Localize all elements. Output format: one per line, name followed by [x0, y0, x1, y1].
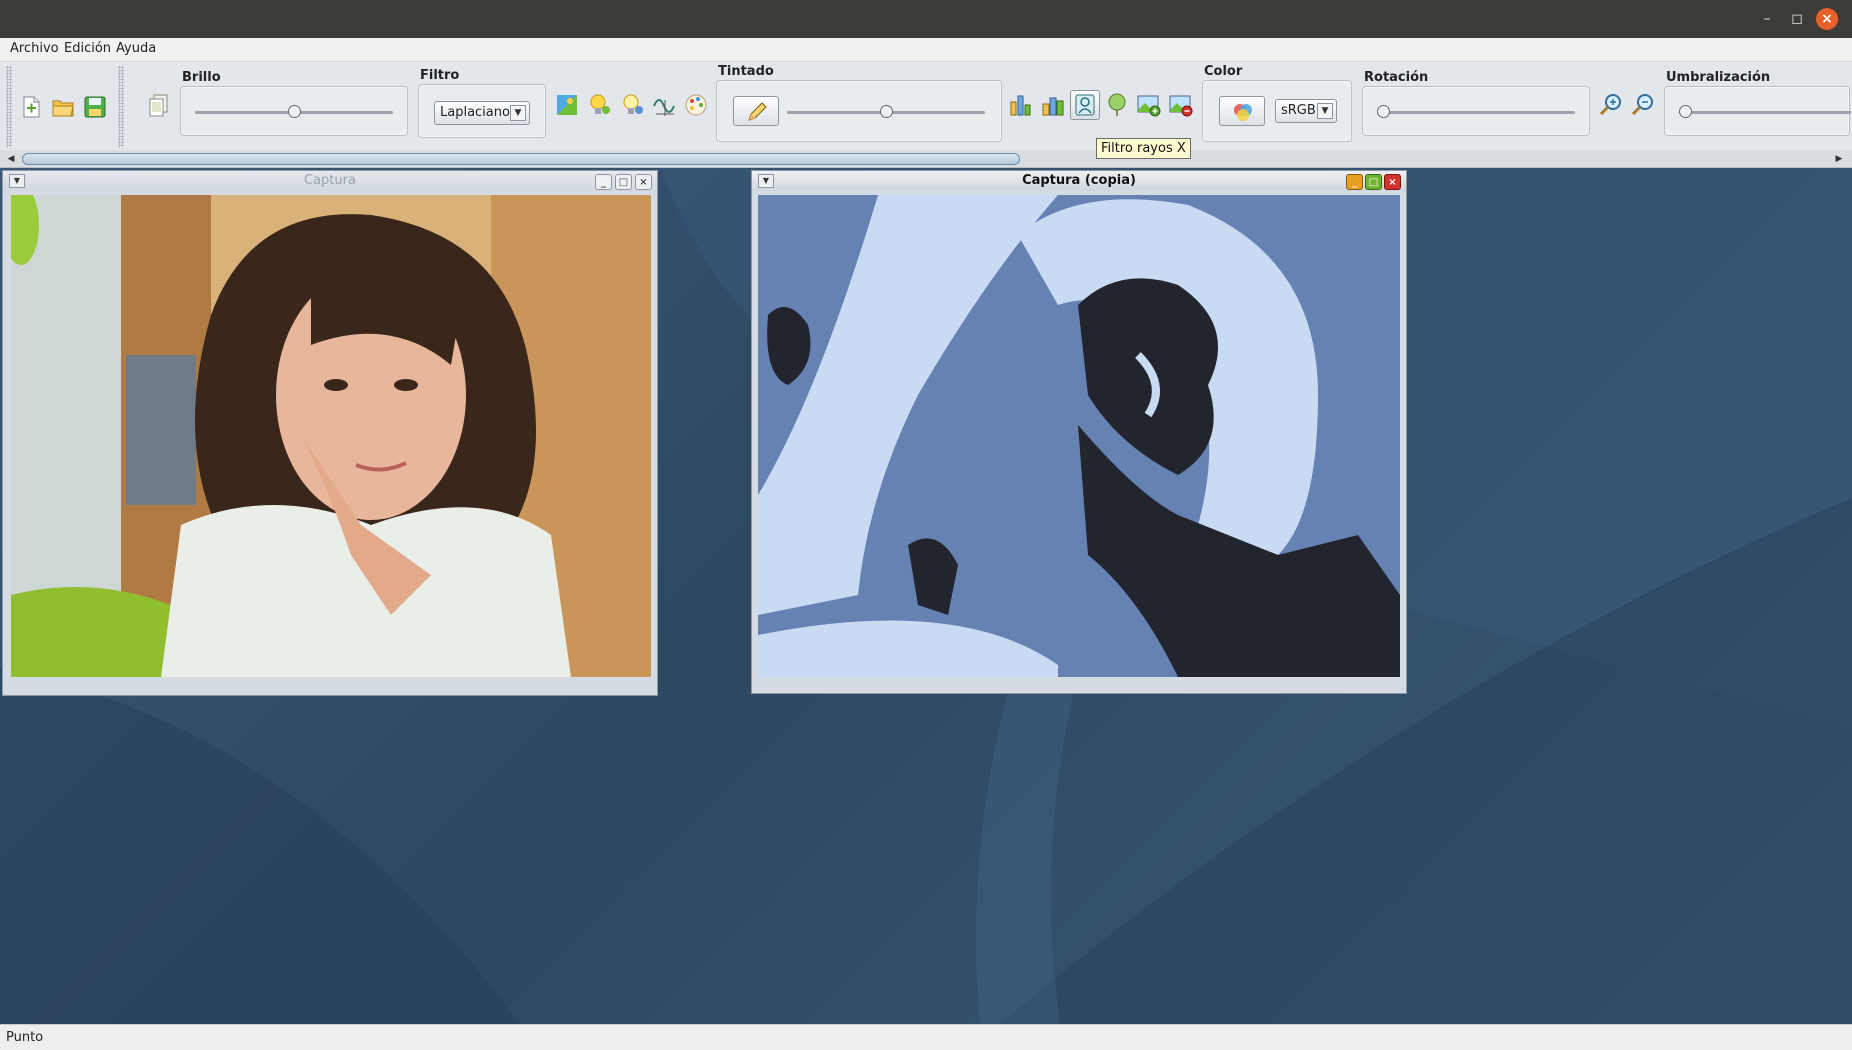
balloon-icon[interactable] [1104, 92, 1130, 118]
captura-image[interactable] [11, 195, 651, 677]
histogram-icon[interactable] [1008, 92, 1034, 118]
window-minimize-button[interactable]: – [1756, 8, 1778, 30]
filtro-label: Filtro [420, 68, 460, 83]
rotacion-panel [1362, 86, 1590, 136]
brillo-panel [180, 86, 408, 136]
umbralizacion-slider-knob[interactable] [1679, 105, 1692, 118]
palette-icon[interactable] [683, 92, 709, 118]
filtro-panel: Laplaciano ▼ [418, 84, 546, 138]
frame-captura-titlebar[interactable]: ▼ Captura _ □ × [3, 171, 657, 191]
menu-bar: Archivo Edición Ayuda [0, 38, 1852, 62]
menu-ayuda[interactable]: Ayuda [116, 41, 156, 56]
bulb-dark-icon[interactable] [620, 92, 646, 118]
status-bar: Punto [0, 1024, 1852, 1050]
filtro-select[interactable]: Laplaciano ▼ [434, 101, 530, 125]
frame-minimize-button[interactable]: _ [595, 174, 612, 190]
brillo-slider-knob[interactable] [288, 105, 301, 118]
umbralizacion-slider-track[interactable] [1679, 111, 1851, 114]
xray-filtered-photo [758, 195, 1400, 677]
toolbar-grip[interactable] [6, 66, 12, 148]
rotacion-label: Rotación [1364, 70, 1429, 85]
window-close-button[interactable]: × [1816, 8, 1838, 30]
color-label: Color [1204, 64, 1243, 79]
frame-close-button[interactable]: × [635, 174, 652, 190]
image-remove-icon[interactable] [1168, 92, 1194, 118]
xray-icon [1075, 94, 1095, 116]
frame-copia-titlebar[interactable]: ▼ Captura (copia) _ □ × [752, 171, 1406, 191]
frame-menu-icon[interactable]: ▼ [9, 174, 25, 188]
tintado-label: Tintado [718, 64, 774, 79]
frame-copia-title: Captura (copia) [1022, 173, 1136, 188]
menu-archivo[interactable]: Archivo [10, 41, 59, 56]
contrast-icon[interactable] [554, 92, 580, 118]
webcam-photo [11, 195, 651, 677]
umbralizacion-panel [1664, 86, 1851, 136]
duplicate-icon[interactable] [146, 92, 172, 118]
brillo-label: Brillo [182, 70, 221, 85]
desktop-pane: ▼ Captura _ □ × ▼ Captura (copia) _ □ × [0, 168, 1852, 1024]
tooltip: Filtro rayos X [1096, 138, 1191, 159]
chevron-down-icon[interactable]: ▼ [510, 105, 526, 121]
xray-button[interactable] [1070, 90, 1100, 120]
zoom-out-icon[interactable] [1630, 92, 1656, 118]
new-file-icon[interactable] [18, 94, 44, 120]
rotacion-slider-knob[interactable] [1377, 105, 1390, 118]
equalize-icon[interactable] [1040, 92, 1066, 118]
toolbar-scrollbar[interactable]: ◀ ▶ [0, 150, 1852, 168]
filtro-selected-value: Laplaciano [440, 105, 510, 120]
zoom-in-icon[interactable] [1598, 92, 1624, 118]
toolbar: Brillo Filtro Laplaciano ▼ Tintado Color… [0, 62, 1852, 152]
frame-maximize-button[interactable]: □ [615, 174, 632, 190]
status-text: Punto [6, 1030, 44, 1045]
scroll-right-icon[interactable]: ▶ [1832, 152, 1846, 166]
image-add-icon[interactable] [1136, 92, 1162, 118]
bulb-icon[interactable] [587, 92, 613, 118]
toolbar-scrollbar-thumb[interactable] [22, 153, 1020, 165]
chevron-down-icon[interactable]: ▼ [1317, 103, 1333, 119]
frame-menu-icon[interactable]: ▼ [758, 174, 774, 188]
color-space-select[interactable]: sRGB ▼ [1275, 99, 1337, 123]
sine-icon[interactable] [652, 92, 678, 118]
frame-minimize-button[interactable]: _ [1346, 174, 1363, 190]
window-maximize-button[interactable]: ◻ [1786, 8, 1808, 30]
tintado-button[interactable] [733, 96, 779, 126]
frame-captura-title: Captura [304, 173, 356, 188]
pencil-icon [748, 102, 767, 121]
color-bands-icon [1234, 104, 1252, 121]
umbralizacion-label: Umbralización [1666, 70, 1771, 85]
scroll-left-icon[interactable]: ◀ [4, 152, 18, 166]
color-space-selected-value: sRGB [1281, 103, 1316, 118]
open-folder-icon[interactable] [50, 94, 76, 120]
menu-edicion[interactable]: Edición [64, 41, 111, 56]
window-titlebar: – ◻ × [0, 0, 1852, 38]
frame-maximize-button[interactable]: □ [1365, 174, 1382, 190]
color-panel: sRGB ▼ [1202, 80, 1352, 142]
rotacion-slider-track[interactable] [1377, 111, 1575, 114]
tintado-slider-knob[interactable] [880, 105, 893, 118]
frame-close-button[interactable]: × [1384, 174, 1401, 190]
save-icon[interactable] [82, 94, 108, 120]
toolbar-grip-2[interactable] [118, 66, 124, 148]
frame-captura-copia[interactable]: ▼ Captura (copia) _ □ × [751, 170, 1407, 694]
frame-captura[interactable]: ▼ Captura _ □ × [2, 170, 658, 696]
tintado-panel [716, 80, 1002, 142]
color-bands-button[interactable] [1219, 96, 1265, 126]
xray-image[interactable] [758, 195, 1400, 677]
